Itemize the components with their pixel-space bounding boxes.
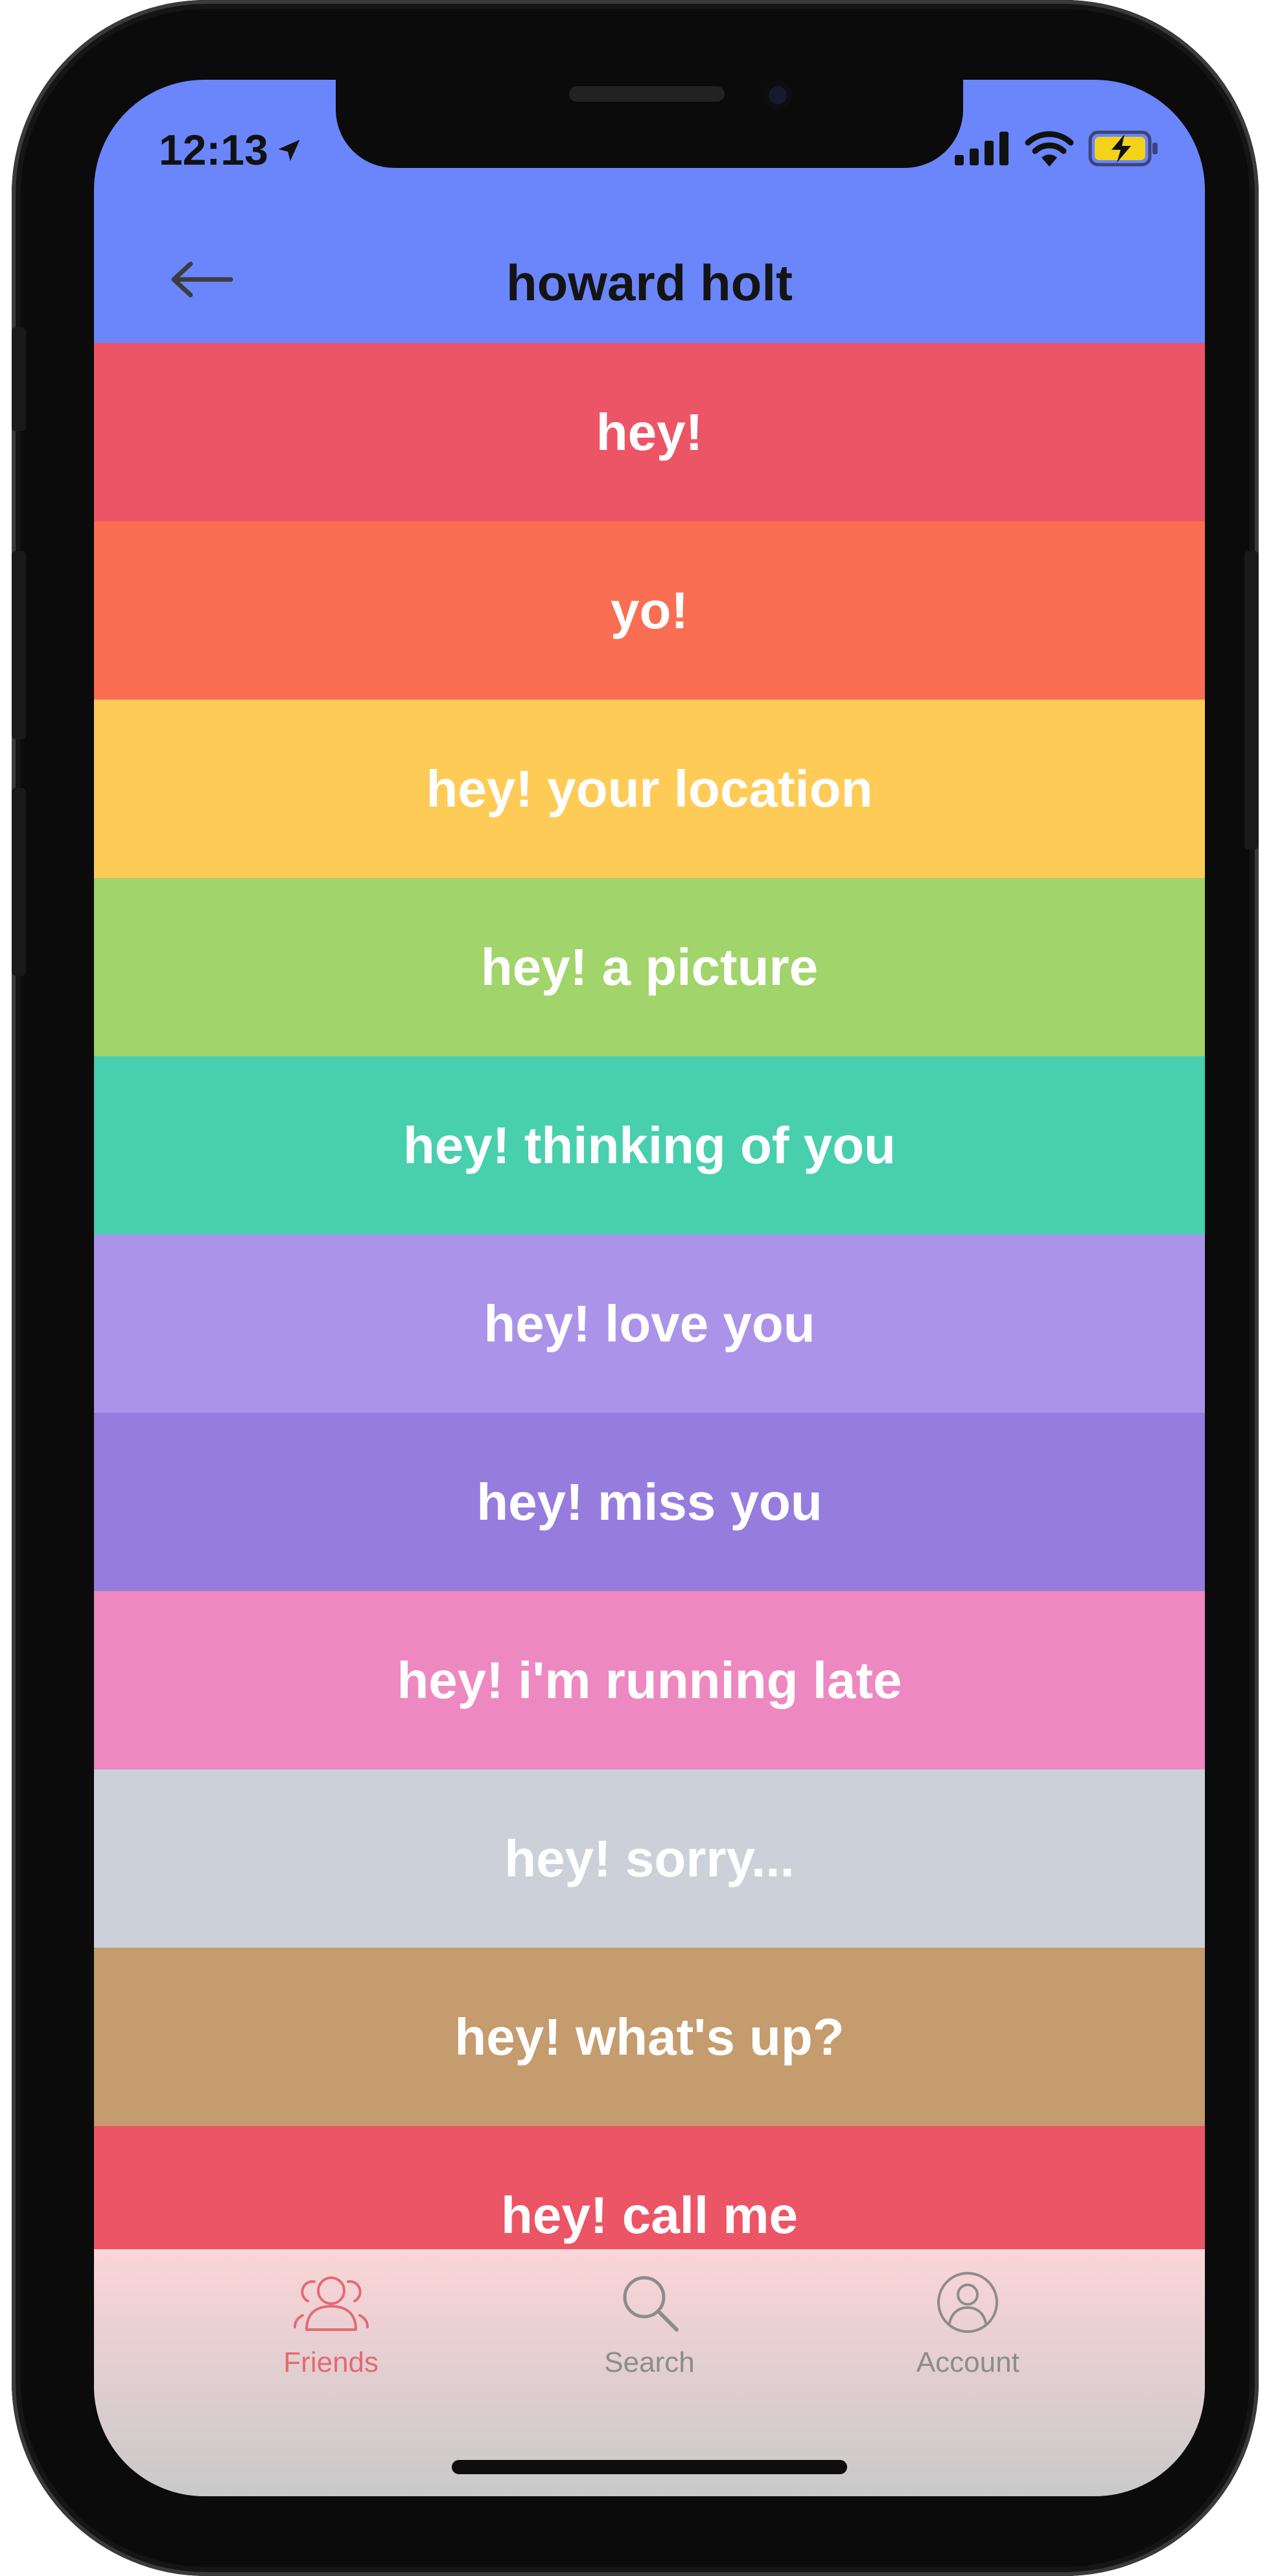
- message-label: hey! a picture: [480, 938, 819, 996]
- message-label: hey! what's up?: [454, 2007, 845, 2066]
- message-option-yo[interactable]: yo!: [94, 521, 1205, 700]
- message-option-sorry[interactable]: hey! sorry...: [94, 1769, 1205, 1948]
- silent-switch: [12, 327, 26, 431]
- account-icon: [935, 2270, 1000, 2337]
- message-option-hey[interactable]: hey!: [94, 343, 1205, 521]
- message-label: hey! your location: [426, 759, 873, 818]
- message-option-whats-up[interactable]: hey! what's up?: [94, 1948, 1205, 2126]
- message-label: hey! sorry...: [504, 1829, 795, 1887]
- message-option-miss-you[interactable]: hey! miss you: [94, 1413, 1205, 1591]
- speaker-grille: [569, 86, 725, 102]
- home-indicator[interactable]: [452, 2460, 847, 2474]
- power-button: [1244, 551, 1259, 849]
- message-option-thinking-of-you[interactable]: hey! thinking of you: [94, 1056, 1205, 1235]
- front-camera: [764, 81, 792, 110]
- tab-bar: Friends Search Account: [94, 2249, 1205, 2496]
- tab-label: Account: [916, 2346, 1020, 2378]
- message-option-running-late[interactable]: hey! i'm running late: [94, 1591, 1205, 1769]
- tab-search[interactable]: Search: [546, 2249, 753, 2379]
- wifi-icon: [1025, 130, 1074, 169]
- search-icon: [617, 2270, 682, 2337]
- message-list: hey! yo! hey! your location hey! a pictu…: [94, 343, 1205, 2249]
- message-option-call-me[interactable]: hey! call me: [94, 2126, 1205, 2249]
- tab-friends[interactable]: Friends: [227, 2249, 435, 2379]
- screen: 12:13 howard holt hey! yo! hey! your loc…: [94, 80, 1205, 2496]
- volume-up-button: [12, 551, 26, 739]
- tab-label: Search: [604, 2346, 695, 2378]
- status-time: 12:13: [159, 126, 268, 174]
- location-arrow-icon: [275, 125, 303, 174]
- friends-icon: [292, 2270, 370, 2337]
- message-option-a-picture[interactable]: hey! a picture: [94, 878, 1205, 1056]
- volume-down-button: [12, 788, 26, 976]
- cellular-signal-icon: [955, 132, 1010, 168]
- message-option-love-you[interactable]: hey! love you: [94, 1235, 1205, 1413]
- tab-account[interactable]: Account: [864, 2249, 1071, 2379]
- conversation-header: howard holt: [94, 222, 1205, 343]
- message-label: yo!: [611, 581, 688, 639]
- message-label: hey! i'm running late: [397, 1651, 902, 1709]
- message-option-your-location[interactable]: hey! your location: [94, 700, 1205, 878]
- message-label: hey!: [596, 403, 703, 461]
- tab-label: Friends: [283, 2346, 379, 2378]
- message-label: hey! thinking of you: [403, 1116, 896, 1174]
- phone-frame: 12:13 howard holt hey! yo! hey! your loc…: [12, 0, 1259, 2576]
- battery-charging-icon: [1088, 130, 1160, 169]
- status-icons: [955, 130, 1160, 169]
- message-label: hey! call me: [500, 2186, 798, 2244]
- status-time-group: 12:13: [159, 125, 303, 174]
- notch: [336, 80, 963, 168]
- contact-name: howard holt: [506, 254, 793, 311]
- message-label: hey! love you: [484, 1294, 815, 1353]
- message-label: hey! miss you: [476, 1472, 822, 1531]
